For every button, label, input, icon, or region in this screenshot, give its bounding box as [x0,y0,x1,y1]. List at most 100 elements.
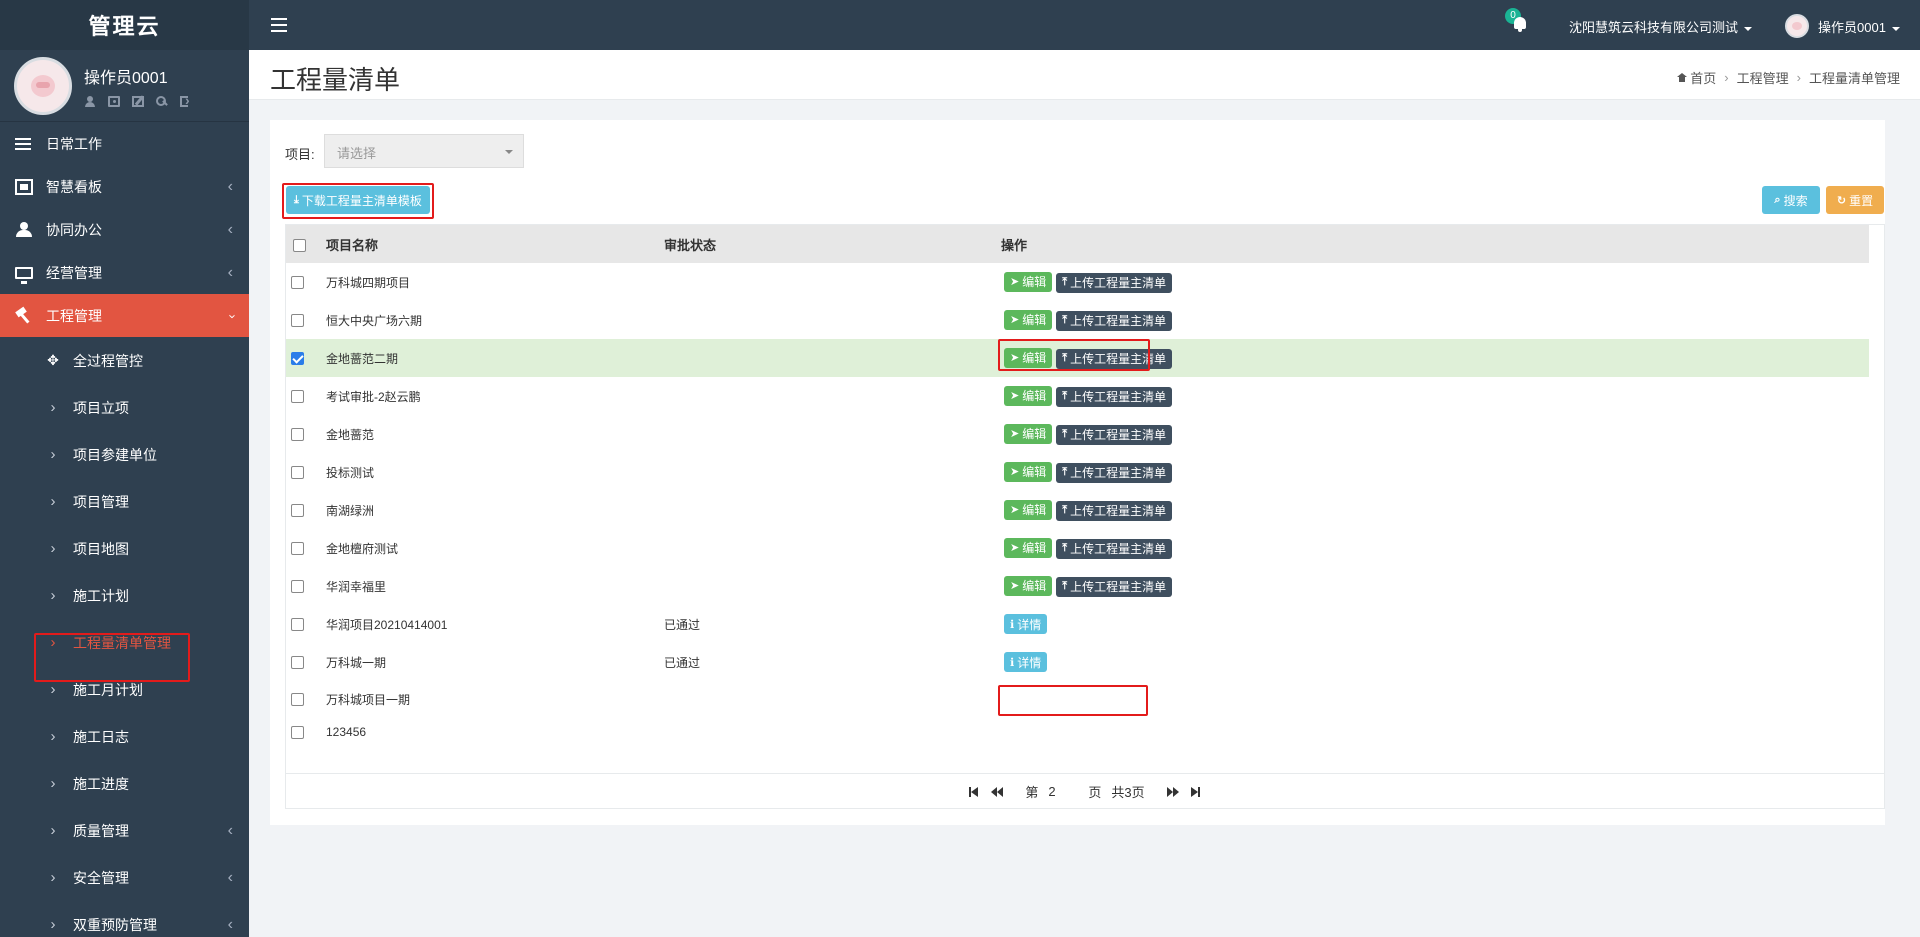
upload-button[interactable]: ⤒ 上传工程量主清单 [1056,386,1173,407]
submenu-item-process-control[interactable]: ✥ 全过程管控 [0,337,249,384]
sidebar-item-smart-board[interactable]: 智慧看板 ‹ [0,165,249,208]
user-tools [84,92,190,108]
submenu-item-construction-log[interactable]: › 施工日志 [0,713,249,760]
upload-button[interactable]: ⤒ 上传工程量主清单 [1056,538,1173,559]
company-dropdown[interactable]: 沈阳慧筑云科技有限公司测试 [1569,17,1753,36]
column-header-approval-status[interactable]: 审批状态 [664,225,1001,263]
last-page-icon[interactable] [1189,786,1201,797]
table-row[interactable]: 金地蔷范二期 ➤ 编辑 ⤒ 上传工程量主清单 [286,339,1869,377]
select-all-checkbox[interactable] [293,238,306,252]
submenu-item-dual-prevention[interactable]: › 双重预防管理 ‹ [0,901,249,937]
page-number-input[interactable] [1048,784,1079,799]
sidebar-user-name[interactable]: 操作员0001 [84,64,188,88]
previous-page-icon[interactable] [991,786,1004,797]
photo-icon[interactable] [108,96,120,107]
submenu-item-monthly-plan[interactable]: › 施工月计划 [0,666,249,713]
detail-button[interactable]: ℹ 详情 [1004,652,1048,672]
user-icon[interactable] [84,96,96,107]
table-row[interactable]: 投标测试 ➤ 编辑 ⤒ 上传工程量主清单 [286,453,1869,491]
submenu-item-project-management[interactable]: › 项目管理 [0,478,249,525]
table-row[interactable]: 123456 [286,717,1869,747]
edit-button[interactable]: ➤ 编辑 [1004,575,1053,596]
upload-button[interactable]: ⤒ 上传工程量主清单 [1056,424,1173,445]
table-row[interactable]: 华润幸福里 ➤ 编辑 ⤒ 上传工程量主清单 [286,567,1869,605]
table-row[interactable]: 万科城项目一期 [286,681,1869,717]
edit-button[interactable]: ➤ 编辑 [1004,423,1053,444]
reset-button[interactable]: ↻ 重置 [1826,186,1884,214]
key-icon[interactable] [156,96,168,107]
edit-icon[interactable] [132,96,144,107]
user-dropdown[interactable]: 操作员0001 [1818,17,1900,36]
upload-button[interactable]: ⤒ 上传工程量主清单 [1056,500,1173,521]
sidebar-item-label: 经营管理 [46,264,102,281]
row-checkbox[interactable] [291,504,304,518]
sidebar-item-daily-work[interactable]: 日常工作 [0,122,249,165]
table-row[interactable]: 南湖绿洲 ➤ 编辑 ⤒ 上传工程量主清单 [286,491,1869,529]
column-header-project-name[interactable]: 项目名称 [326,225,664,263]
upload-button[interactable]: ⤒ 上传工程量主清单 [1056,462,1173,483]
chevron-right-icon: › [50,775,56,792]
chevron-left-icon: ‹ [227,178,233,195]
edit-button[interactable]: ➤ 编辑 [1004,461,1053,482]
table-row[interactable]: 考试审批-2赵云鹏 ➤ 编辑 ⤒ 上传工程量主清单 [286,377,1869,415]
send-icon: ➤ [1010,466,1020,478]
row-checkbox[interactable] [291,693,304,707]
row-checkbox[interactable] [291,580,304,594]
sidebar-item-engineering[interactable]: 工程管理 ‹ [0,294,249,337]
row-checkbox[interactable] [291,390,304,404]
sidebar-item-collaboration[interactable]: 协同办公 ‹ [0,208,249,251]
row-checkbox[interactable] [291,542,304,556]
submenu-item-quality[interactable]: › 质量管理 ‹ [0,807,249,854]
menu-toggle-icon[interactable] [271,18,287,32]
detail-button[interactable]: ℹ 详情 [1004,614,1048,634]
row-checkbox[interactable] [291,352,304,366]
edit-button[interactable]: ➤ 编辑 [1004,309,1053,330]
table-row[interactable]: 万科城四期项目 ➤ 编辑 ⤒ 上传工程量主清单 [286,263,1869,301]
project-select[interactable]: 请选择 [324,134,524,168]
actions-cell: ℹ 详情 [1001,605,1869,643]
table-row[interactable]: 金地檀府测试 ➤ 编辑 ⤒ 上传工程量主清单 [286,529,1869,567]
row-checkbox[interactable] [291,276,304,290]
upload-button[interactable]: ⤒ 上传工程量主清单 [1056,576,1173,597]
breadcrumb-engineering[interactable]: 工程管理 [1737,68,1789,87]
edit-button[interactable]: ➤ 编辑 [1004,271,1053,292]
first-page-icon[interactable] [969,786,981,797]
search-button[interactable]: ⌕ 搜索 [1762,186,1820,214]
brand-logo[interactable]: 管理云 [0,0,249,50]
submenu-item-project-map[interactable]: › 项目地图 [0,525,249,572]
table-row[interactable]: 华润项目20210414001 已通过 ℹ 详情 [286,605,1869,643]
row-checkbox[interactable] [291,466,304,480]
avatar[interactable] [1785,14,1809,38]
next-page-icon[interactable] [1166,786,1179,797]
upload-button[interactable]: ⤒ 上传工程量主清单 [1056,348,1173,369]
table-row[interactable]: 万科城一期 已通过 ℹ 详情 [286,643,1869,681]
hammer-icon [15,308,33,324]
download-template-button[interactable]: ⤓ 下载工程量主清单模板 [286,186,430,214]
row-checkbox[interactable] [291,726,304,740]
submenu-item-bill-of-quantities[interactable]: › 工程量清单管理 [0,619,249,666]
upload-button[interactable]: ⤒ 上传工程量主清单 [1056,310,1173,331]
row-checkbox[interactable] [291,428,304,442]
project-name-cell: 万科城一期 [326,655,387,670]
edit-button[interactable]: ➤ 编辑 [1004,537,1053,558]
submenu-item-project-approval[interactable]: › 项目立项 [0,384,249,431]
submenu-item-safety[interactable]: › 安全管理 ‹ [0,854,249,901]
submenu-item-construction-plan[interactable]: › 施工计划 [0,572,249,619]
project-name-cell: 考试审批-2赵云鹏 [326,389,421,404]
row-checkbox[interactable] [291,656,304,670]
logout-icon[interactable] [180,92,190,108]
edit-button[interactable]: ➤ 编辑 [1004,499,1053,520]
submenu-item-construction-progress[interactable]: › 施工进度 [0,760,249,807]
table-row[interactable]: 恒大中央广场六期 ➤ 编辑 ⤒ 上传工程量主清单 [286,301,1869,339]
upload-button[interactable]: ⤒ 上传工程量主清单 [1056,272,1173,293]
submenu-item-participants[interactable]: › 项目参建单位 [0,431,249,478]
breadcrumb-home[interactable]: 首页 [1690,68,1716,87]
edit-button[interactable]: ➤ 编辑 [1004,347,1053,368]
edit-button[interactable]: ➤ 编辑 [1004,385,1053,406]
sidebar-item-business[interactable]: 经营管理 ‹ [0,251,249,294]
avatar[interactable] [14,56,72,115]
table-row[interactable]: 金地蔷范 ➤ 编辑 ⤒ 上传工程量主清单 [286,415,1869,453]
bell-icon[interactable] [1513,17,1527,32]
row-checkbox[interactable] [291,618,304,632]
row-checkbox[interactable] [291,314,304,328]
